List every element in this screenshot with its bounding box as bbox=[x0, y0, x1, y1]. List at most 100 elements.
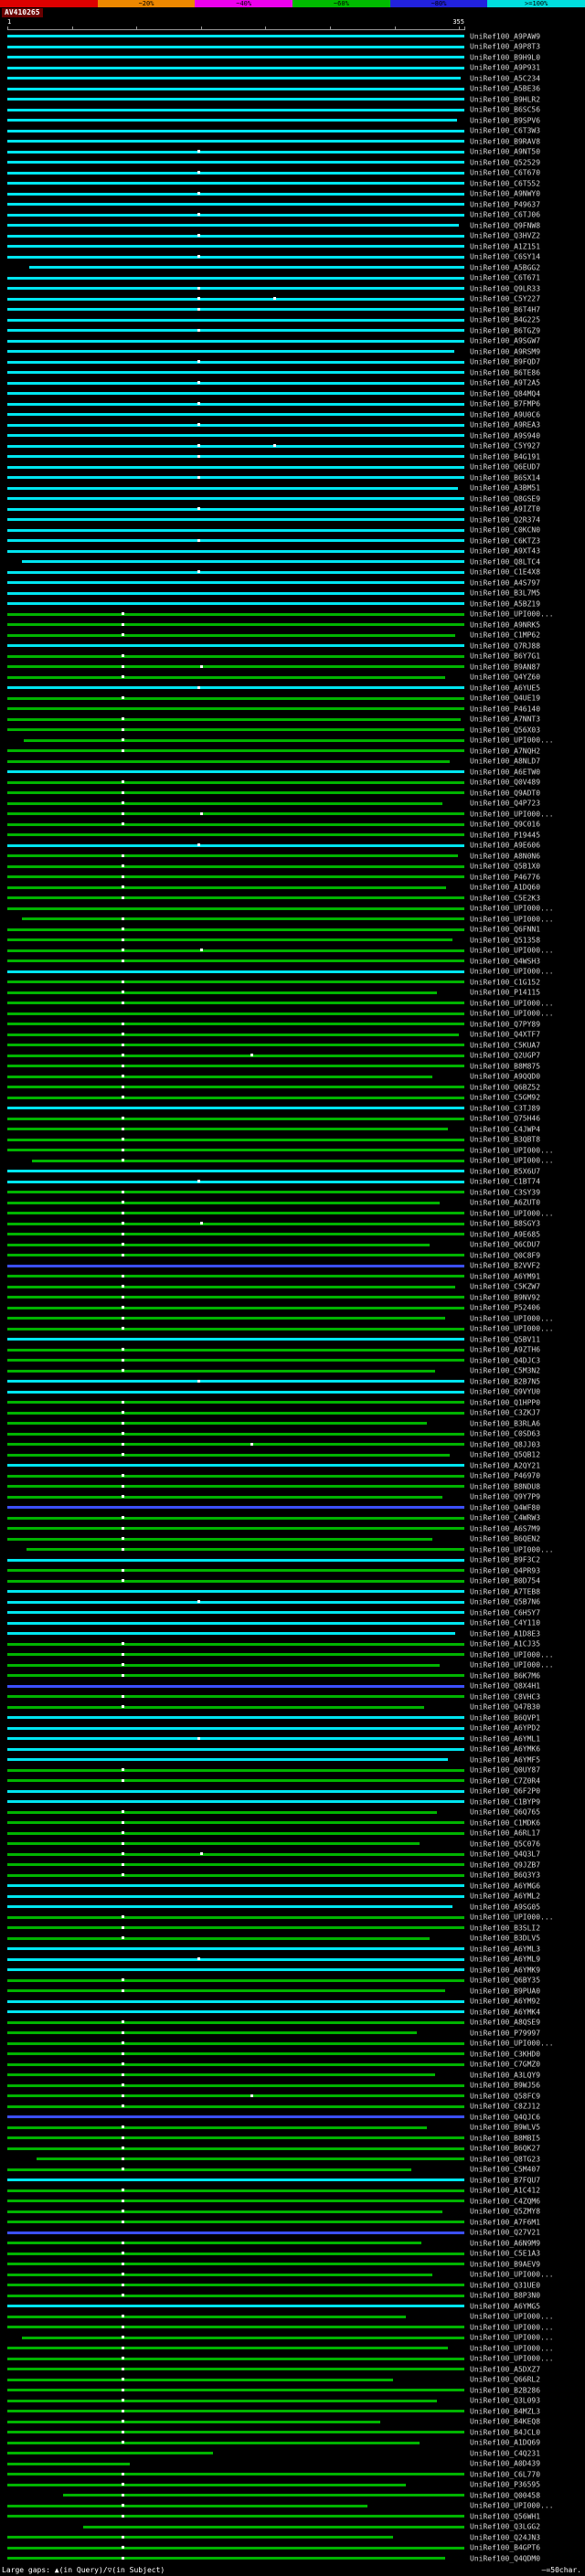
hit-label[interactable]: UniRef100_C3ZKJ7 bbox=[470, 1409, 540, 1417]
hit-bar[interactable] bbox=[7, 1495, 442, 1499]
hit-bar[interactable] bbox=[7, 308, 464, 312]
hit-bar[interactable] bbox=[7, 2294, 464, 2297]
hit-bar[interactable] bbox=[7, 2273, 432, 2276]
hit-label[interactable]: UniRef100_Q24JN3 bbox=[470, 2533, 540, 2541]
hit-label[interactable]: UniRef100_A9NT50 bbox=[470, 148, 540, 156]
hit-label[interactable]: UniRef100_A9P8T3 bbox=[470, 43, 540, 51]
hit-label[interactable]: UniRef100_C5GM92 bbox=[470, 1094, 540, 1102]
hit-label[interactable]: UniRef100_Q9ADT0 bbox=[470, 789, 540, 797]
hit-label[interactable]: UniRef100_UPI000... bbox=[470, 947, 554, 955]
hit-label[interactable]: UniRef100_C6TJ06 bbox=[470, 211, 540, 219]
hit-label[interactable]: UniRef100_B6K7M6 bbox=[470, 1671, 540, 1680]
hit-bar[interactable] bbox=[7, 2368, 464, 2371]
hit-label[interactable]: UniRef100_B2B286 bbox=[470, 2386, 540, 2394]
hit-bar[interactable] bbox=[7, 654, 464, 658]
hit-label[interactable]: UniRef100_B4JCL0 bbox=[470, 2428, 540, 2436]
hit-label[interactable]: UniRef100_C6T671 bbox=[470, 274, 540, 282]
hit-label[interactable]: UniRef100_Q5B7N6 bbox=[470, 1598, 540, 1606]
hit-bar[interactable] bbox=[7, 2431, 464, 2434]
hit-bar[interactable] bbox=[7, 392, 464, 396]
hit-bar[interactable] bbox=[7, 822, 464, 826]
hit-bar[interactable] bbox=[7, 2284, 464, 2287]
hit-bar[interactable] bbox=[7, 1789, 464, 1793]
hit-bar[interactable] bbox=[7, 98, 464, 101]
hit-label[interactable]: UniRef100_A6N9M9 bbox=[470, 2239, 540, 2247]
hit-bar[interactable] bbox=[27, 1548, 464, 1552]
hit-bar[interactable] bbox=[7, 2104, 464, 2108]
hit-bar[interactable] bbox=[7, 854, 458, 858]
hit-bar[interactable] bbox=[7, 2557, 445, 2560]
hit-bar[interactable] bbox=[7, 2546, 464, 2549]
hit-label[interactable]: UniRef100_B2B7N5 bbox=[470, 1377, 540, 1385]
hit-label[interactable]: UniRef100_A9NRK5 bbox=[470, 620, 540, 629]
hit-bar[interactable] bbox=[7, 1075, 432, 1078]
hit-label[interactable]: UniRef100_C6T670 bbox=[470, 169, 540, 177]
hit-label[interactable]: UniRef100_Q3HVZ2 bbox=[470, 232, 540, 240]
hit-bar[interactable] bbox=[7, 1947, 464, 1951]
hit-bar[interactable] bbox=[7, 518, 464, 522]
hit-bar[interactable] bbox=[7, 623, 464, 627]
hit-label[interactable]: UniRef100_UPI000... bbox=[470, 2271, 554, 2279]
hit-label[interactable]: UniRef100_A9U0C6 bbox=[470, 410, 540, 419]
hit-bar[interactable] bbox=[7, 1537, 432, 1541]
hit-label[interactable]: UniRef100_B6Y7G1 bbox=[470, 652, 540, 661]
hit-label[interactable]: UniRef100_C5KZW7 bbox=[470, 1283, 540, 1291]
hit-label[interactable]: UniRef100_UPI000... bbox=[470, 905, 554, 913]
hit-bar[interactable] bbox=[7, 1684, 464, 1688]
hit-label[interactable]: UniRef100_B3L7M5 bbox=[470, 589, 540, 598]
hit-label[interactable]: UniRef100_P14115 bbox=[470, 989, 540, 997]
hit-bar[interactable] bbox=[7, 1054, 464, 1057]
hit-bar[interactable] bbox=[7, 2073, 435, 2077]
hit-bar[interactable] bbox=[7, 1201, 441, 1204]
hit-bar[interactable] bbox=[7, 1863, 464, 1867]
hit-bar[interactable] bbox=[7, 885, 447, 889]
hit-bar[interactable] bbox=[7, 749, 464, 753]
hit-bar[interactable] bbox=[7, 1464, 464, 1468]
hit-label[interactable]: UniRef100_B5X6U7 bbox=[470, 1167, 540, 1175]
hit-label[interactable]: UniRef100_Q5ZMY8 bbox=[470, 2208, 540, 2216]
hit-label[interactable]: UniRef100_Q3L093 bbox=[470, 2397, 540, 2405]
hit-bar[interactable] bbox=[7, 1369, 435, 1373]
hit-bar[interactable] bbox=[7, 549, 464, 553]
hit-label[interactable]: UniRef100_Q3LGG2 bbox=[470, 2523, 540, 2531]
hit-label[interactable]: UniRef100_C5E1A3 bbox=[470, 2250, 540, 2258]
hit-label[interactable]: UniRef100_Q6CDU7 bbox=[470, 1241, 540, 1249]
hit-label[interactable]: UniRef100_Q7RJ88 bbox=[470, 641, 540, 650]
hit-bar[interactable] bbox=[7, 2315, 407, 2318]
hit-label[interactable]: UniRef100_Q5QB12 bbox=[470, 1451, 540, 1459]
hit-label[interactable]: UniRef100_A6YMG5 bbox=[470, 2302, 540, 2310]
hit-label[interactable]: UniRef100_C6H5Y7 bbox=[470, 1608, 540, 1617]
hit-label[interactable]: UniRef100_A1CJ35 bbox=[470, 1640, 540, 1648]
hit-bar[interactable] bbox=[7, 1884, 464, 1888]
hit-bar[interactable] bbox=[7, 108, 464, 111]
hit-label[interactable]: UniRef100_UPI000... bbox=[470, 1146, 554, 1154]
hit-label[interactable]: UniRef100_A9E685 bbox=[470, 1230, 540, 1238]
hit-label[interactable]: UniRef100_B9F3C2 bbox=[470, 1556, 540, 1564]
hit-label[interactable]: UniRef100_P79997 bbox=[470, 2029, 540, 2037]
hit-bar[interactable] bbox=[7, 150, 464, 154]
hit-bar[interactable] bbox=[7, 1611, 464, 1615]
hit-label[interactable]: UniRef100_Q4P723 bbox=[470, 800, 540, 808]
hit-bar[interactable] bbox=[7, 507, 464, 511]
hit-label[interactable]: UniRef100_C6SY14 bbox=[470, 253, 540, 261]
hit-label[interactable]: UniRef100_C5Y227 bbox=[470, 295, 540, 303]
hit-bar[interactable] bbox=[7, 1663, 441, 1667]
hit-bar[interactable] bbox=[7, 1558, 464, 1562]
hit-bar[interactable] bbox=[7, 2231, 464, 2234]
hit-label[interactable]: UniRef100_B6TE86 bbox=[470, 368, 540, 376]
hit-bar[interactable] bbox=[7, 1737, 464, 1741]
hit-bar[interactable] bbox=[7, 1632, 456, 1636]
hit-bar[interactable] bbox=[7, 77, 461, 80]
hit-bar[interactable] bbox=[7, 1327, 464, 1330]
hit-label[interactable]: UniRef100_B6QEN2 bbox=[470, 1535, 540, 1543]
hit-bar[interactable] bbox=[7, 171, 464, 175]
hit-label[interactable]: UniRef100_Q58FC9 bbox=[470, 2092, 540, 2100]
hit-bar[interactable] bbox=[7, 1653, 464, 1657]
hit-bar[interactable] bbox=[7, 255, 464, 259]
hit-label[interactable]: UniRef100_A1Z151 bbox=[470, 242, 540, 250]
hit-bar[interactable] bbox=[7, 2221, 464, 2224]
hit-label[interactable]: UniRef100_B7FQU7 bbox=[470, 2176, 540, 2184]
hit-bar[interactable] bbox=[7, 1453, 451, 1457]
hit-bar[interactable] bbox=[7, 1999, 464, 2003]
hit-label[interactable]: UniRef100_C7GMZ0 bbox=[470, 2061, 540, 2069]
